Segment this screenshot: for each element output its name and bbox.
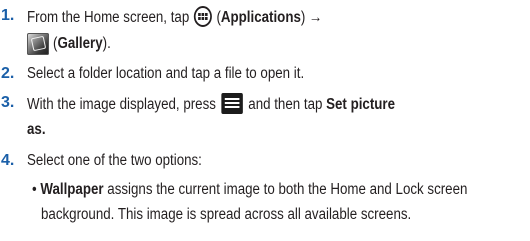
set-picture-as-label-cont: as. bbox=[27, 121, 46, 138]
gallery-app-icon bbox=[27, 33, 49, 55]
step-number: 3. bbox=[1, 94, 15, 111]
step-number: 1. bbox=[1, 7, 15, 24]
step-text: From the Home screen, tap bbox=[27, 9, 190, 26]
wallpaper-label: Wallpaper bbox=[40, 181, 104, 198]
step-text-mid: and then tap bbox=[248, 96, 323, 113]
applications-label: Applications bbox=[220, 9, 301, 26]
menu-key-icon bbox=[221, 93, 243, 114]
option-description: assigns the current image to both the Ho… bbox=[107, 181, 468, 198]
set-picture-as-label: Set picture bbox=[326, 96, 396, 113]
applications-grid-icon bbox=[193, 6, 212, 27]
instruction-page: 1. From the Home screen, tap (Applicatio… bbox=[1, 6, 468, 223]
arrow-icon: → bbox=[309, 9, 323, 26]
bullet-icon: • bbox=[32, 181, 37, 198]
step-number: 2. bbox=[1, 65, 15, 82]
step-number: 4. bbox=[1, 152, 15, 169]
option-description-cont: background. This image is spread across … bbox=[41, 206, 412, 223]
step-text: With the image displayed, press bbox=[27, 96, 216, 113]
step-text: Select one of the two options: bbox=[27, 152, 202, 169]
gallery-label: Gallery bbox=[57, 35, 103, 52]
step-text: Select a folder location and tap a file … bbox=[27, 65, 305, 82]
